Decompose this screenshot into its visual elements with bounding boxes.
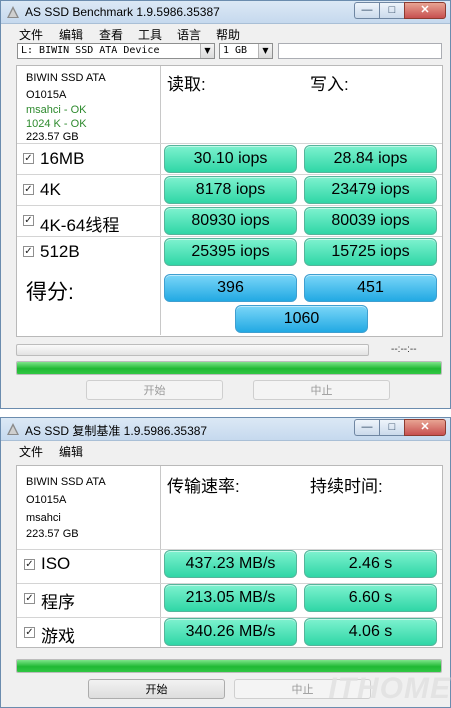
- minimize-icon[interactable]: —: [354, 419, 379, 436]
- copy-checkbox-game[interactable]: ✓: [24, 627, 35, 638]
- total-progress-bar: [16, 361, 442, 375]
- time-result-game: 4.06 s: [304, 618, 437, 646]
- maximize-icon[interactable]: □: [379, 419, 404, 436]
- menu-tools[interactable]: 工具: [138, 26, 162, 43]
- close-icon[interactable]: ✕: [404, 2, 446, 19]
- score-write: 451: [304, 274, 437, 302]
- abort-button[interactable]: 中止: [253, 380, 390, 400]
- copy-progress-bar: [16, 659, 442, 673]
- test-progress-bar: [16, 344, 369, 356]
- copy-checkbox-iso[interactable]: ✓: [24, 559, 35, 570]
- menu-file[interactable]: 文件: [19, 26, 43, 43]
- test-checkbox-4k[interactable]: ✓: [23, 184, 34, 195]
- size-select[interactable]: 1 GB ▼: [219, 43, 273, 59]
- write-result-16mb: 28.84 iops: [304, 145, 437, 173]
- start-button[interactable]: 开始: [86, 380, 223, 400]
- menu-bar: 文件 编辑: [1, 441, 450, 459]
- close-icon[interactable]: ✕: [404, 419, 446, 436]
- write-result-512b: 15725 iops: [304, 238, 437, 266]
- copy-label-program: 程序: [41, 593, 75, 612]
- time-result-iso: 2.46 s: [304, 550, 437, 578]
- rate-result-program: 213.05 MB/s: [164, 584, 297, 612]
- read-result-512b: 25395 iops: [164, 238, 297, 266]
- title-bar[interactable]: AS SSD Benchmark 1.9.5986.35387 — □ ✕: [1, 1, 450, 24]
- menu-file[interactable]: 文件: [19, 443, 43, 460]
- copy-progress-fill: [17, 660, 441, 672]
- test-checkbox-512b[interactable]: ✓: [23, 246, 34, 257]
- maximize-icon[interactable]: □: [379, 2, 404, 19]
- total-progress-fill: [17, 362, 441, 374]
- menu-edit[interactable]: 编辑: [59, 26, 83, 43]
- score-total: 1060: [235, 305, 368, 333]
- drive-select-value: L: BIWIN SSD ATA Device: [21, 45, 160, 56]
- chevron-down-icon: ▼: [200, 44, 214, 58]
- drive-firmware: O1015A: [26, 494, 67, 506]
- menu-edit[interactable]: 编辑: [59, 443, 83, 460]
- title-bar[interactable]: AS SSD 复制基准 1.9.5986.35387 — □ ✕: [1, 418, 450, 441]
- test-label-512b: 512B: [40, 242, 80, 261]
- test-label-4k: 4K: [40, 180, 61, 199]
- rate-result-iso: 437.23 MB/s: [164, 550, 297, 578]
- menu-bar: 文件 编辑 查看 工具 语言 帮助: [1, 24, 450, 42]
- drive-capacity: 223.57 GB: [26, 528, 79, 540]
- drive-firmware: O1015A: [26, 89, 67, 101]
- test-checkbox-4k64[interactable]: ✓: [23, 215, 34, 226]
- window-title: AS SSD Benchmark 1.9.5986.35387: [25, 5, 220, 19]
- rate-result-game: 340.26 MB/s: [164, 618, 297, 646]
- driver-status: msahci - OK: [26, 104, 87, 116]
- drive-model: BIWIN SSD ATA: [26, 476, 106, 488]
- drive-model: BIWIN SSD ATA: [26, 72, 106, 84]
- menu-help[interactable]: 帮助: [216, 26, 240, 43]
- score-label: 得分:: [26, 281, 74, 304]
- write-header: 写入:: [310, 75, 349, 94]
- size-select-value: 1 GB: [223, 45, 248, 56]
- alignment-status: 1024 K - OK: [26, 118, 87, 130]
- menu-view[interactable]: 查看: [99, 26, 123, 43]
- copy-benchmark-window: AS SSD 复制基准 1.9.5986.35387 — □ ✕ 文件 编辑 B…: [0, 417, 451, 708]
- chevron-down-icon: ▼: [258, 44, 272, 58]
- app-icon: [7, 6, 19, 18]
- copy-label-iso: ISO: [41, 554, 71, 573]
- write-result-4k64: 80039 iops: [304, 207, 437, 235]
- window-title: AS SSD 复制基准 1.9.5986.35387: [25, 424, 208, 438]
- time-header: 持续时间:: [310, 477, 383, 496]
- watermark-logo: ITHOME: [328, 672, 451, 705]
- drive-select[interactable]: L: BIWIN SSD ATA Device ▼: [17, 43, 215, 59]
- test-checkbox-16mb[interactable]: ✓: [23, 153, 34, 164]
- minimize-icon[interactable]: —: [354, 2, 379, 19]
- rate-header: 传输速率:: [167, 477, 240, 496]
- benchmark-window: AS SSD Benchmark 1.9.5986.35387 — □ ✕ 文件…: [0, 0, 451, 409]
- read-result-16mb: 30.10 iops: [164, 145, 297, 173]
- driver-name: msahci: [26, 512, 61, 524]
- drive-capacity: 223.57 GB: [26, 131, 79, 143]
- menu-language[interactable]: 语言: [177, 26, 201, 43]
- read-result-4k: 8178 iops: [164, 176, 297, 204]
- read-header: 读取:: [167, 75, 206, 94]
- notes-input[interactable]: [278, 43, 442, 59]
- time-result-program: 6.60 s: [304, 584, 437, 612]
- start-button[interactable]: 开始: [88, 679, 225, 699]
- app-icon: [7, 423, 19, 435]
- write-result-4k: 23479 iops: [304, 176, 437, 204]
- test-label-4k64: 4K-64线程: [40, 216, 120, 235]
- copy-label-game: 游戏: [41, 627, 75, 646]
- elapsed-timer: --:--:--: [391, 344, 417, 355]
- copy-checkbox-program[interactable]: ✓: [24, 593, 35, 604]
- read-result-4k64: 80930 iops: [164, 207, 297, 235]
- score-read: 396: [164, 274, 297, 302]
- test-label-16mb: 16MB: [40, 149, 85, 168]
